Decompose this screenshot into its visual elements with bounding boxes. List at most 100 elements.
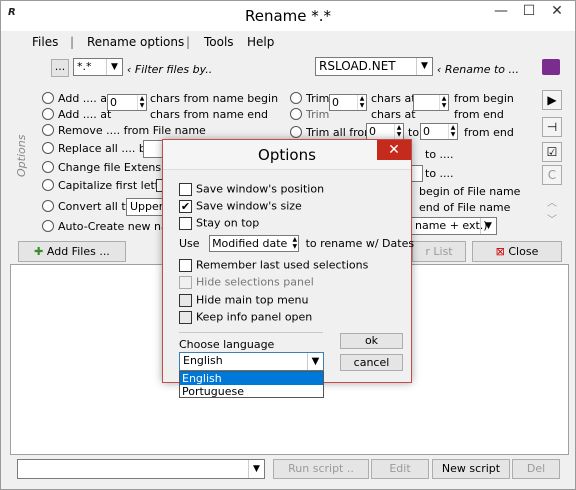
keep-info-checkbox[interactable] <box>179 310 192 324</box>
trim-begin-pos-spin[interactable]: ▲ ▼ <box>413 94 449 111</box>
save-size-label: Save window's size <box>196 199 302 213</box>
convert-radio[interactable] <box>42 200 54 212</box>
menu-files[interactable]: Files <box>32 35 58 49</box>
trim-all-to-label: to <box>408 126 420 139</box>
convert-label: Convert all to <box>58 200 133 213</box>
up-icon[interactable]: ︿ <box>547 194 557 209</box>
remove-label: Remove .... from File name <box>58 124 206 137</box>
begin-of-name-label: begin of File name <box>419 185 521 198</box>
add-end-label: Add .... at <box>58 108 112 121</box>
maximize-button[interactable]: ☐ <box>515 1 543 23</box>
add-files-icon: ✚ <box>34 245 47 258</box>
options-vertical-label: Options <box>15 134 28 177</box>
convert-case-combo[interactable]: Upper <box>126 198 166 216</box>
hide-menu-option[interactable]: Hide main top menu <box>179 293 309 307</box>
chevron-down-icon: ▼ <box>416 58 432 75</box>
menu-rename-options[interactable]: Rename options <box>87 35 184 49</box>
add-end-radio[interactable] <box>42 108 54 120</box>
auto-create-combo[interactable]: name + ext.) ▼ <box>411 217 497 235</box>
spin-arrows-icon: ▲ ▼ <box>357 95 366 110</box>
pin-icon[interactable]: ⊣ <box>542 117 562 137</box>
save-size-option[interactable]: ✔ Save window's size <box>179 199 302 213</box>
save-position-option[interactable]: Save window's position <box>179 182 324 196</box>
change-ext-radio[interactable] <box>42 161 54 173</box>
file-mask-combo[interactable]: *.* ▼ <box>73 58 123 76</box>
date-spin[interactable]: Modified date ▲ ▼ <box>209 235 300 252</box>
dialog-close-button[interactable]: ✕ <box>377 140 411 160</box>
date-suffix: to rename w/ Dates <box>305 237 415 250</box>
hide-menu-checkbox[interactable] <box>179 293 192 307</box>
menu-tools[interactable]: Tools <box>204 35 234 49</box>
add-files-label: Add Files ... <box>46 245 110 258</box>
spin-arrows-icon: ▲ ▼ <box>292 236 298 250</box>
add-end-suffix: chars from name end <box>150 108 269 121</box>
remember-checkbox[interactable] <box>179 258 192 272</box>
cancel-button[interactable]: cancel <box>340 354 403 371</box>
book-icon[interactable] <box>542 59 560 75</box>
hide-selections-option[interactable]: Hide selections panel <box>179 275 314 289</box>
script-combo[interactable]: ▼ <box>17 459 265 479</box>
menu-bar: Files | Rename options | Tools Help <box>1 32 575 52</box>
date-value: Modified date <box>212 237 288 250</box>
remember-option[interactable]: Remember last used selections <box>179 258 368 272</box>
dialog-title: Options <box>258 146 316 164</box>
ext-input[interactable] <box>411 165 423 182</box>
trim-begin-radio[interactable] <box>290 92 302 104</box>
trim-all-to-spin[interactable]: 0 ▲ ▼ <box>420 123 458 140</box>
chevron-down-icon: ▼ <box>106 59 122 75</box>
clear-list-button[interactable]: r List <box>412 241 466 262</box>
keep-info-option[interactable]: Keep info panel open <box>179 310 312 324</box>
save-position-checkbox[interactable] <box>179 182 192 196</box>
trim-end-radio[interactable] <box>290 108 302 120</box>
close-button[interactable]: ⊠ Close <box>472 241 562 262</box>
convert-case-value: Upper <box>130 200 164 213</box>
auto-create-radio[interactable] <box>42 220 54 232</box>
language-option-english[interactable]: English <box>180 372 323 385</box>
run-script-button[interactable]: Run script .. <box>273 459 369 479</box>
trim-all-from-spin[interactable]: 0 ▲ ▼ <box>366 123 404 140</box>
add-begin-spin[interactable]: 0 ▲ ▼ <box>107 94 147 111</box>
trim-begin-mid: chars at <box>371 92 416 105</box>
chevron-down-icon: ▼ <box>248 460 264 478</box>
stay-on-top-checkbox[interactable] <box>179 216 192 230</box>
dialog-title-bar: Options ✕ <box>163 140 411 170</box>
ext-to-label: to .... <box>425 167 454 180</box>
play-icon[interactable]: ▶ <box>542 90 562 110</box>
stay-on-top-option[interactable]: Stay on top <box>179 216 259 230</box>
add-begin-radio[interactable] <box>42 92 54 104</box>
check-icon[interactable]: ☑ <box>542 142 562 162</box>
close-label: Close <box>508 245 539 258</box>
new-script-button[interactable]: New script <box>432 459 510 479</box>
edit-button[interactable]: Edit <box>371 459 429 479</box>
chevron-down-icon: ▼ <box>307 353 323 370</box>
close-window-button[interactable]: ✕ <box>543 1 571 23</box>
capitalize-radio[interactable] <box>42 179 54 191</box>
minimize-button[interactable]: — <box>487 1 515 23</box>
browse-button[interactable]: ... <box>51 59 69 77</box>
replace-label: Replace all .... by <box>58 142 153 155</box>
trim-begin-spin[interactable]: 0 ▲ ▼ <box>329 94 367 111</box>
down-icon[interactable]: ﹀ <box>547 211 557 226</box>
del-button[interactable]: Del <box>512 459 560 479</box>
hide-selections-checkbox[interactable] <box>179 275 192 289</box>
trim-end-mid: chars at <box>371 108 416 121</box>
save-size-checkbox[interactable]: ✔ <box>179 199 192 213</box>
replace-radio[interactable] <box>42 142 54 154</box>
language-combo[interactable]: English ▼ <box>179 352 324 371</box>
ok-button[interactable]: ok <box>340 333 403 349</box>
date-row: Use Modified date ▲ ▼ to rename w/ Dates <box>179 235 414 252</box>
save-position-label: Save window's position <box>196 182 325 196</box>
filter-hint: ‹ Filter files by.. <box>127 63 213 76</box>
c-icon[interactable]: C <box>542 165 562 185</box>
menu-help[interactable]: Help <box>247 35 274 49</box>
rename-to-combo[interactable]: RSLOAD.NET ▼ <box>315 57 433 76</box>
chevron-down-icon: ▼ <box>480 218 496 234</box>
clear-list-label: r List <box>425 245 453 258</box>
menu-separator: | <box>70 35 75 49</box>
language-option-portuguese[interactable]: Portuguese <box>180 385 323 398</box>
trim-begin-suffix: from begin <box>454 92 514 105</box>
remove-radio[interactable] <box>42 124 54 136</box>
add-files-button[interactable]: ✚ Add Files ... <box>18 241 126 262</box>
trim-all-radio[interactable] <box>290 126 302 138</box>
trim-begin-label: Trim <box>306 92 330 105</box>
